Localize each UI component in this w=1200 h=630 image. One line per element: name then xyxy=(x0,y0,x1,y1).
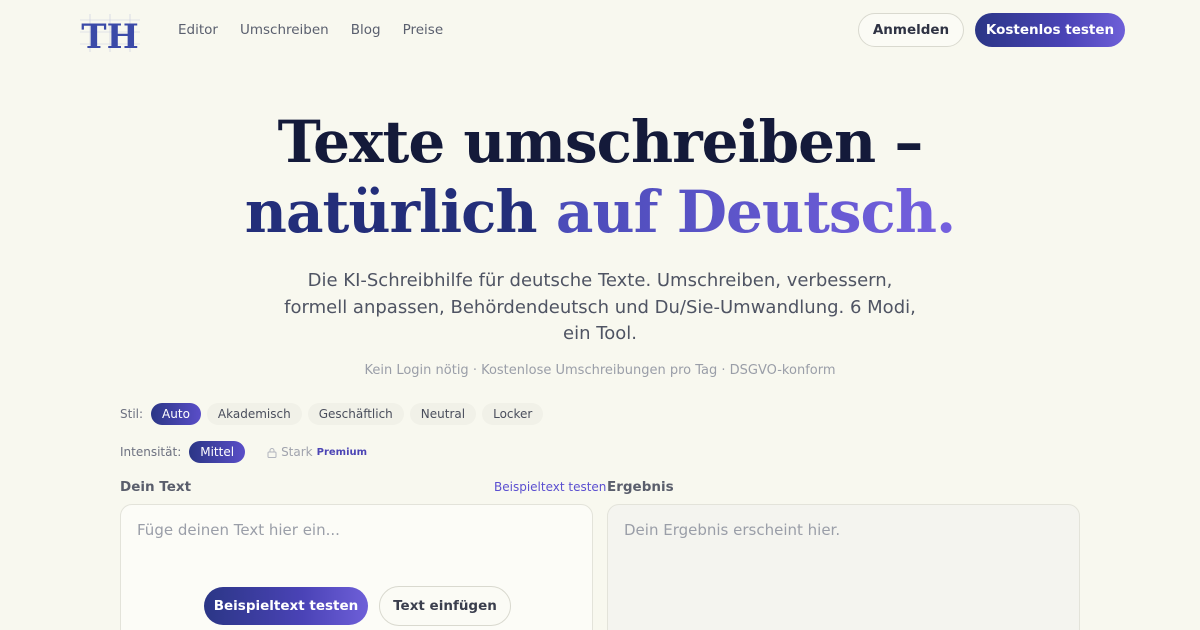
nav-link-editor[interactable]: Editor xyxy=(178,21,218,39)
input-text-area[interactable]: Füge deinen Text hier ein... Beispieltex… xyxy=(120,504,593,630)
free-trial-button[interactable]: Kostenlos testen xyxy=(975,13,1125,47)
hero-title-line1: Texte umschreiben – xyxy=(277,108,924,176)
hero-title-accent-dark: natürlich xyxy=(244,178,538,246)
style-chip-geschaeftlich[interactable]: Geschäftlich xyxy=(307,403,404,425)
style-label: Stil: xyxy=(120,407,144,421)
input-placeholder: Füge deinen Text hier ein... xyxy=(137,521,340,539)
style-chip-neutral[interactable]: Neutral xyxy=(409,403,477,425)
style-selector: Stil: Auto Akademisch Geschäftlich Neutr… xyxy=(120,403,549,425)
premium-badge: Premium xyxy=(316,446,368,458)
nav-link-umschreiben[interactable]: Umschreiben xyxy=(240,21,329,39)
intensity-selector: Intensität: Mittel Stark Premium xyxy=(120,441,384,463)
style-chip-akademisch[interactable]: Akademisch xyxy=(206,403,302,425)
sample-text-button[interactable]: Beispieltext testen xyxy=(204,587,368,625)
nav-link-blog[interactable]: Blog xyxy=(351,21,381,39)
input-panel-label: Dein Text xyxy=(120,479,192,495)
sample-text-link[interactable]: Beispieltext testen xyxy=(494,480,606,494)
output-text-area: Dein Ergebnis erscheint hier. xyxy=(607,504,1080,630)
login-button[interactable]: Anmelden xyxy=(858,13,964,47)
intensity-stark-label: Stark xyxy=(281,445,313,459)
hero-meta-info: Kein Login nötig · Kostenlose Umschreibu… xyxy=(364,363,836,378)
nav-link-preise[interactable]: Preise xyxy=(403,21,444,39)
logo-icon[interactable]: TH xyxy=(78,12,142,54)
output-placeholder: Dein Ergebnis erscheint hier. xyxy=(624,521,841,539)
paste-text-button[interactable]: Text einfügen xyxy=(379,586,511,626)
lock-icon xyxy=(267,447,277,458)
hero-subtitle: Die KI-Schreibhilfe für deutsche Texte. … xyxy=(284,270,916,344)
style-chip-auto[interactable]: Auto xyxy=(151,403,201,425)
intensity-label: Intensität: xyxy=(120,445,182,459)
top-nav: TH Editor Umschreiben Blog Preise Anmeld… xyxy=(0,0,1200,62)
svg-text:TH: TH xyxy=(81,17,138,54)
hero-title-accent-gradient: auf Deutsch. xyxy=(555,178,956,246)
hero-title-line2: natürlich auf Deutsch. xyxy=(0,176,1200,248)
nav-links: Editor Umschreiben Blog Preise xyxy=(178,21,465,39)
output-panel-label: Ergebnis xyxy=(607,479,674,495)
intensity-chip-stark-locked[interactable]: Stark Premium xyxy=(251,441,378,463)
intensity-chip-mittel[interactable]: Mittel xyxy=(189,441,246,463)
style-chip-locker[interactable]: Locker xyxy=(482,403,544,425)
